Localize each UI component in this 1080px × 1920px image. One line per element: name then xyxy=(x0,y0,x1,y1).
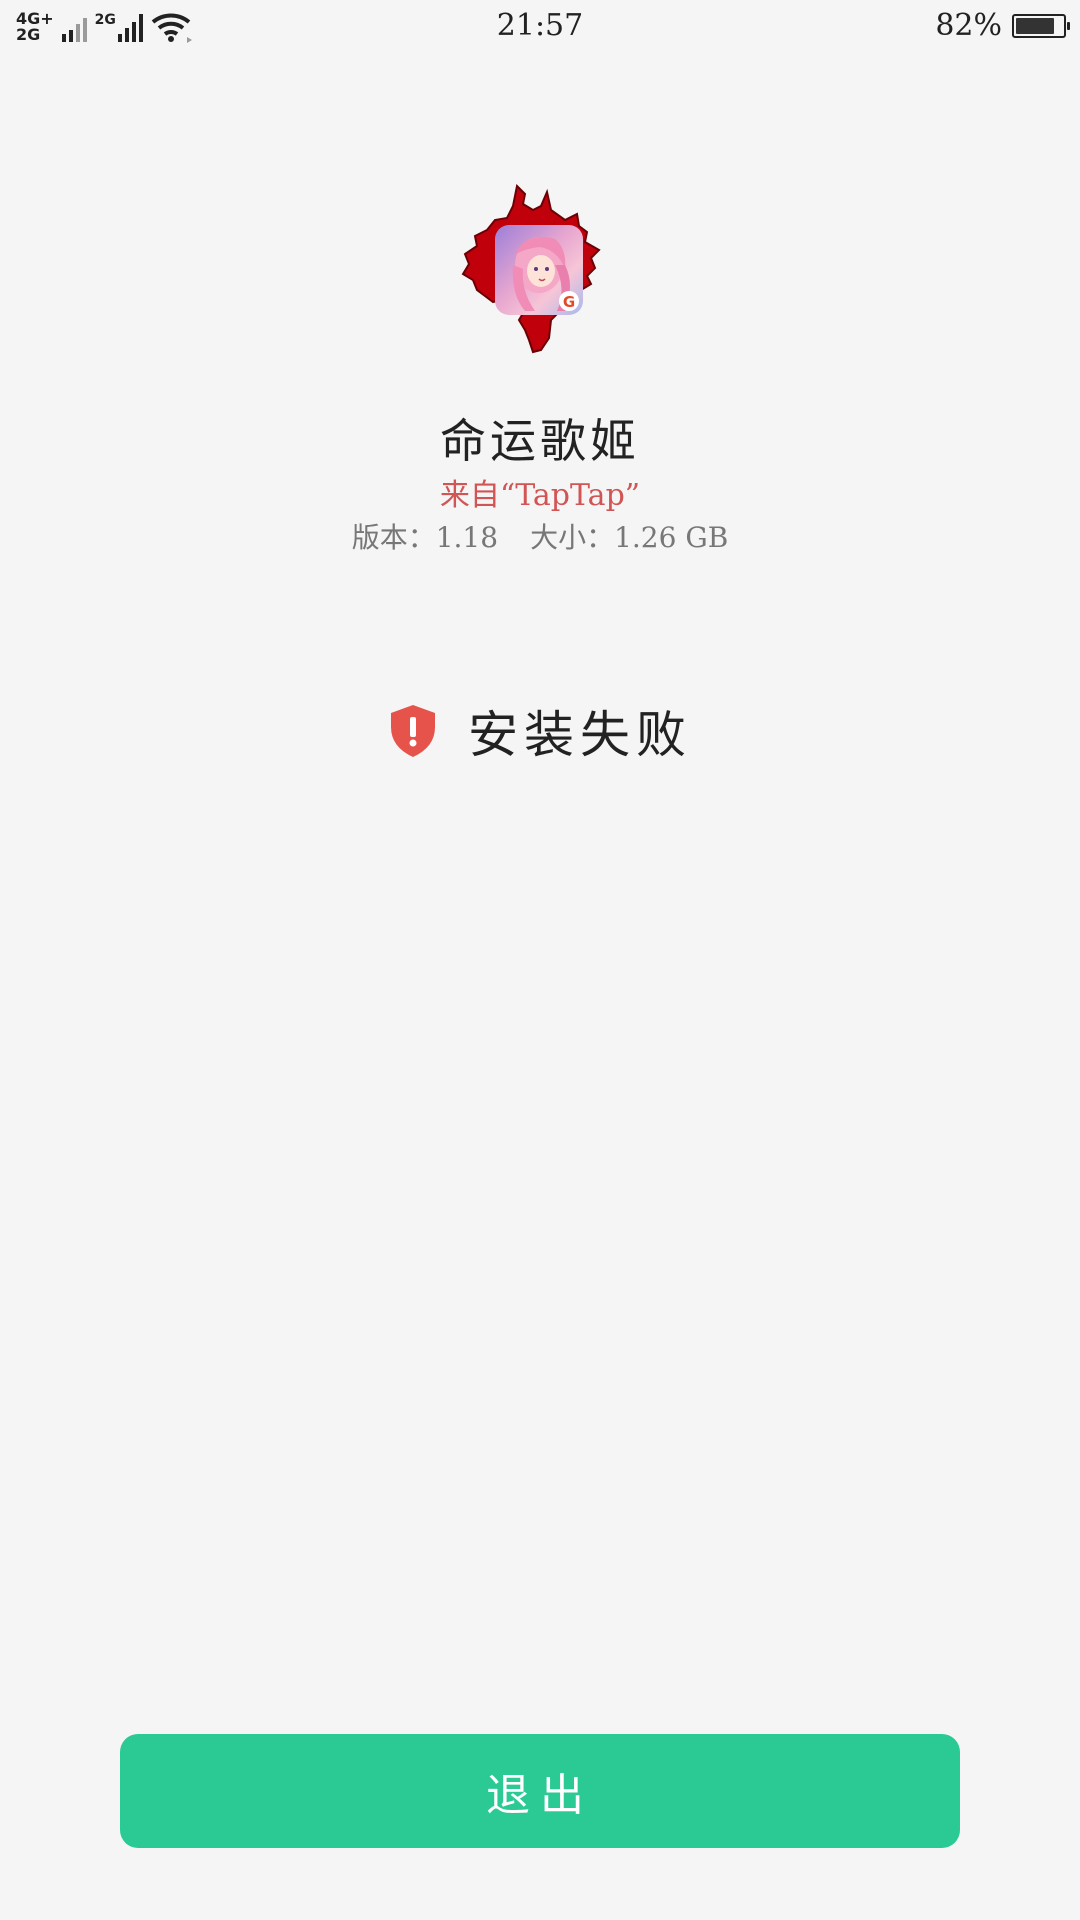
battery-icon xyxy=(1012,13,1070,38)
battery-percent: 82% xyxy=(935,8,1002,43)
install-status-text: 安装失败 xyxy=(468,706,692,764)
status-right-group: 82% xyxy=(935,8,1070,43)
app-icon: G xyxy=(495,225,583,315)
exit-button[interactable]: 退出 xyxy=(120,1734,960,1848)
anime-girl-icon: G xyxy=(512,237,579,311)
app-source: 来自“TapTap” xyxy=(439,478,641,513)
app-meta: 版本：1.18 大小：1.26 GB xyxy=(0,516,1080,556)
app-size: 大小：1.26 GB xyxy=(530,521,729,554)
shield-alert-icon xyxy=(391,705,435,757)
app-version: 版本：1.18 xyxy=(351,521,499,554)
app-name: 命运歌姬 xyxy=(440,414,640,468)
app-icon-container: G xyxy=(455,180,625,360)
status-time: 21:57 xyxy=(496,8,584,43)
status-bar: 4G+ 2G 2G 21:57 82% xyxy=(0,0,1080,56)
battery-level-fill xyxy=(1016,17,1054,34)
install-result: 安装失败 xyxy=(0,695,1080,767)
svg-text:G: G xyxy=(563,293,575,311)
